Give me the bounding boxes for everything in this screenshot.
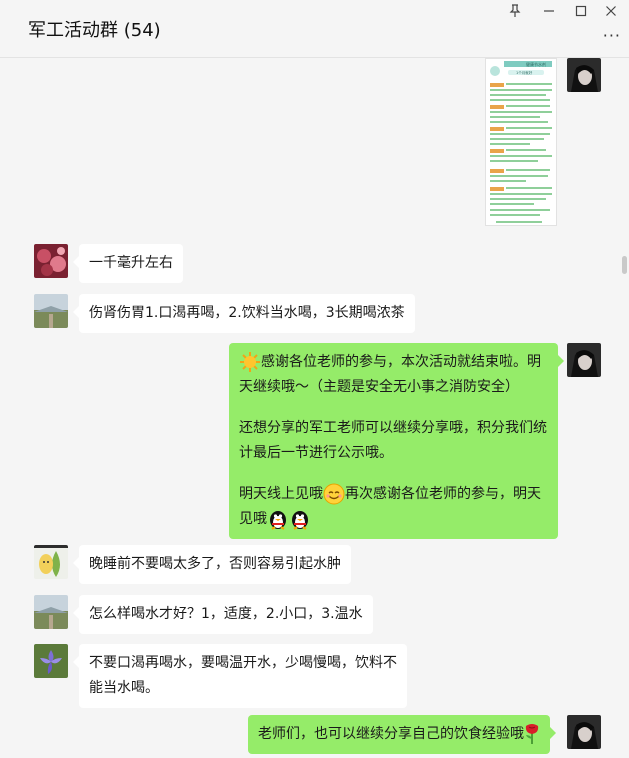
- penguin-emoji-icon: [292, 511, 308, 530]
- close-button[interactable]: [602, 4, 620, 22]
- rose-emoji-icon: [525, 724, 539, 744]
- member-avatar[interactable]: [34, 595, 68, 629]
- anime-avatar-icon: [567, 58, 601, 92]
- member-avatar[interactable]: [34, 294, 68, 328]
- landscape-avatar-icon: [34, 595, 68, 629]
- image-subcaption: 1个月就好: [516, 70, 533, 75]
- chat-header: 军工活动群 (54) ···: [0, 0, 629, 58]
- landscape-avatar-icon: [34, 294, 68, 328]
- message-bubble[interactable]: 老师们，也可以继续分享自己的饮食经验哦: [248, 715, 556, 754]
- message-text: 明天线上见哦: [239, 486, 323, 502]
- message-text: 还想分享的军工老师可以继续分享哦，积分我们统: [239, 420, 547, 436]
- iris-flower-avatar-icon: [34, 644, 68, 678]
- message-list[interactable]: 健康节水剂 1个月就好 一千毫升左右 伤肾伤胃1.口渴再喝，2.饮料当水喝，3长…: [0, 58, 629, 758]
- self-avatar[interactable]: [567, 343, 601, 377]
- message-text: 老师们，也可以继续分享自己的饮食经验哦: [258, 726, 524, 742]
- maximize-icon: [575, 5, 587, 17]
- message-bubble[interactable]: 晚睡前不要喝太多了，否则容易引起水肿: [73, 545, 351, 584]
- message-bubble[interactable]: 感谢各位老师的参与，本次活动就结束啦。明 天继续哦～（主题是安全无小事之消防安全…: [229, 343, 564, 539]
- flower-avatar-icon: [34, 244, 68, 278]
- message-text: 计最后一节进行公示哦。: [239, 445, 393, 461]
- message-text: 晚睡前不要喝太多了，否则容易引起水肿: [89, 556, 341, 572]
- member-avatar[interactable]: [34, 244, 68, 278]
- maximize-button[interactable]: [572, 4, 590, 22]
- message-text: 伤肾伤胃1.口渴再喝，2.饮料当水喝，3长期喝浓茶: [89, 305, 405, 321]
- scrollbar-thumb[interactable]: [622, 256, 627, 274]
- corn-avatar-icon: [34, 545, 68, 579]
- message-bubble[interactable]: 伤肾伤胃1.口渴再喝，2.饮料当水喝，3长期喝浓茶: [73, 294, 415, 333]
- close-icon: [606, 6, 616, 16]
- message-text: 一千毫升左右: [89, 255, 173, 271]
- message-text: 怎么样喝水才好？1，适度，2.小口，3.温水: [89, 606, 363, 622]
- minimize-button[interactable]: [540, 4, 558, 22]
- health-infographic-image: 健康节水剂 1个月就好: [486, 59, 556, 225]
- message-text: 天继续哦～（主题是安全无小事之消防安全）: [239, 379, 519, 395]
- member-avatar[interactable]: [34, 545, 68, 579]
- self-avatar[interactable]: [567, 58, 601, 92]
- image-caption: 健康节水剂: [526, 61, 546, 67]
- more-options-button[interactable]: ···: [603, 26, 621, 45]
- message-text: 不要口渴再喝水，要喝温开水，少喝慢喝，饮料不: [89, 655, 397, 671]
- chat-title: 军工活动群 (54): [28, 20, 161, 41]
- penguin-emoji-icon: [270, 511, 286, 530]
- shared-image-message[interactable]: 健康节水剂 1个月就好: [485, 58, 557, 226]
- pin-button[interactable]: [506, 4, 524, 22]
- message-text: 感谢各位老师的参与，本次活动就结束啦。明: [261, 354, 541, 370]
- smile-emoji-icon: [323, 483, 345, 505]
- message-text: 再次感谢各位老师的参与，明天: [345, 486, 541, 502]
- message-bubble[interactable]: 怎么样喝水才好？1，适度，2.小口，3.温水: [73, 595, 373, 634]
- minimize-icon: [544, 10, 554, 12]
- member-avatar[interactable]: [34, 644, 68, 678]
- pin-icon: [509, 4, 521, 17]
- sun-emoji-icon: [240, 352, 260, 372]
- anime-avatar-icon: [567, 715, 601, 749]
- message-text: 能当水喝。: [89, 680, 159, 696]
- anime-avatar-icon: [567, 343, 601, 377]
- self-avatar[interactable]: [567, 715, 601, 749]
- message-bubble[interactable]: 不要口渴再喝水，要喝温开水，少喝慢喝，饮料不 能当水喝。: [73, 644, 407, 708]
- message-bubble[interactable]: 一千毫升左右: [73, 244, 183, 283]
- message-text: 见哦: [239, 511, 267, 527]
